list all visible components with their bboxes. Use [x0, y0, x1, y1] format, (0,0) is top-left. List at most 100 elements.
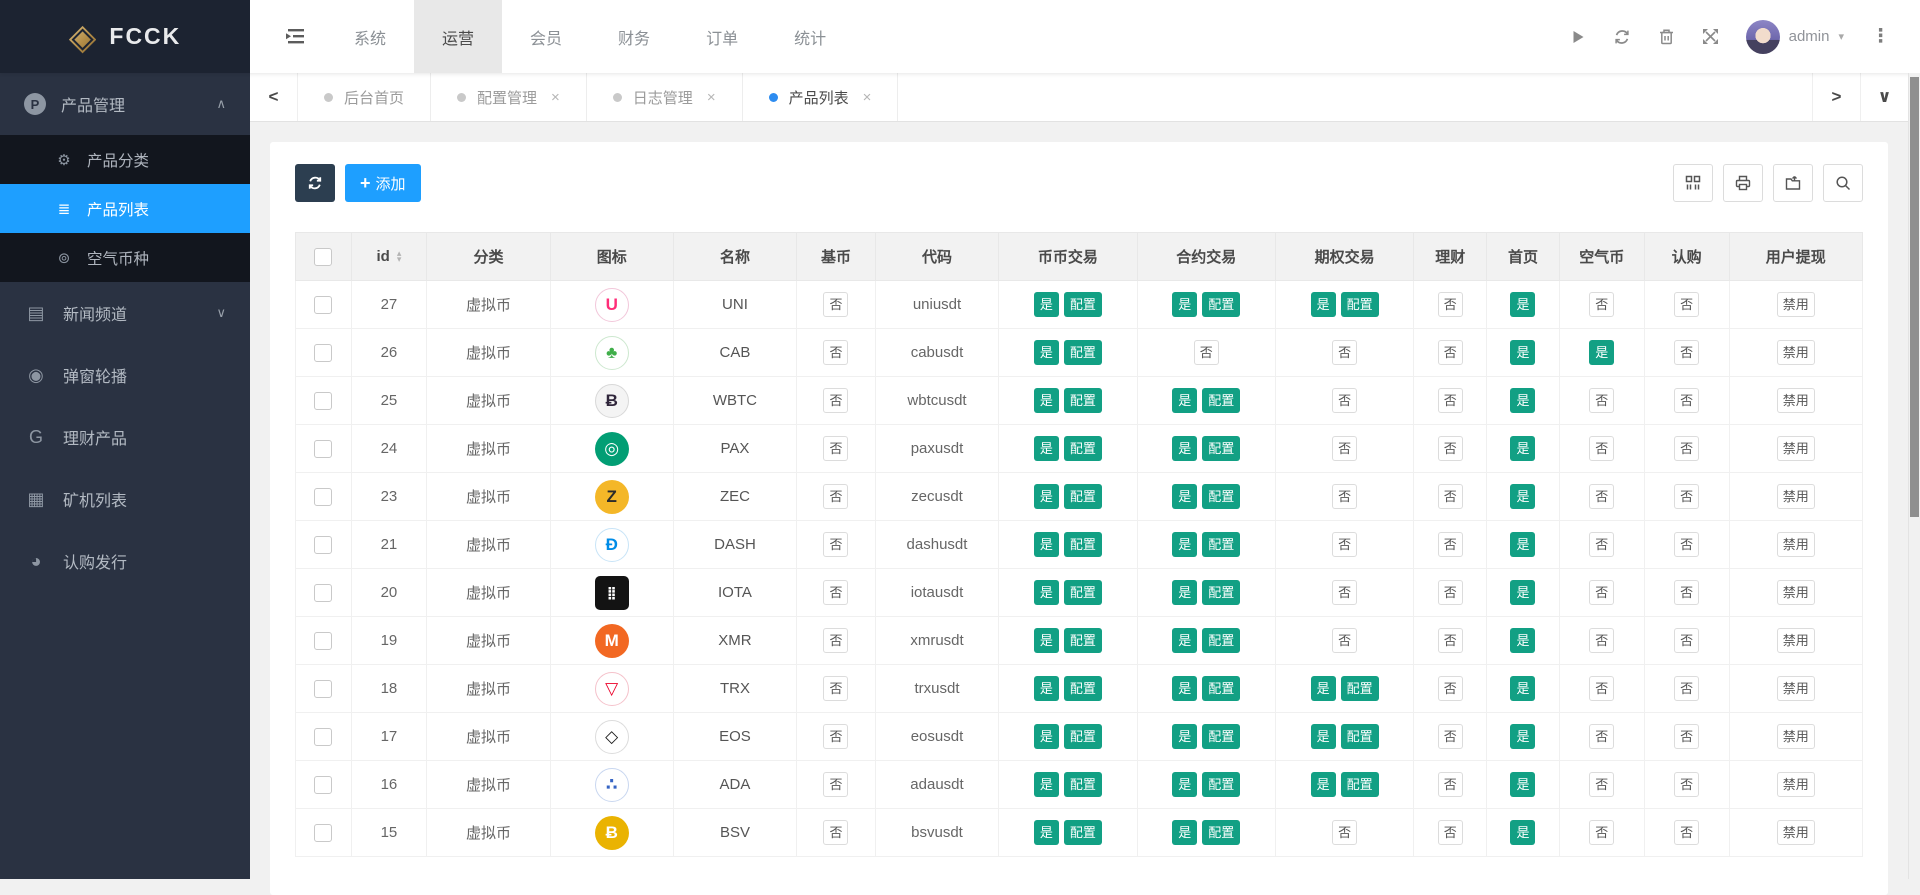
nav-stats[interactable]: 统计 [766, 0, 854, 73]
badge-no[interactable]: 否 [1674, 676, 1699, 701]
badge-yes[interactable]: 是 [1034, 772, 1059, 797]
badge-yes[interactable]: 是 [1034, 628, 1059, 653]
badge-yes[interactable]: 是 [1510, 484, 1535, 509]
badge-no[interactable]: 否 [1438, 292, 1463, 317]
export-icon[interactable] [1773, 164, 1813, 202]
col-id[interactable]: id▴▾ [351, 233, 427, 281]
badge-disabled[interactable]: 禁用 [1777, 676, 1815, 701]
badge-no[interactable]: 否 [1438, 484, 1463, 509]
badge-no[interactable]: 否 [823, 340, 848, 365]
row-checkbox[interactable] [314, 488, 332, 506]
badge-no[interactable]: 否 [1438, 676, 1463, 701]
badge-config[interactable]: 配置 [1341, 724, 1379, 749]
table-row[interactable]: 25虚拟币ɃWBTC否wbtcusdt是配置是配置否否是否否禁用 [296, 377, 1863, 425]
badge-yes[interactable]: 是 [1034, 724, 1059, 749]
badge-yes[interactable]: 是 [1172, 820, 1197, 845]
badge-yes[interactable]: 是 [1172, 772, 1197, 797]
badge-yes[interactable]: 是 [1510, 340, 1535, 365]
badge-no[interactable]: 否 [823, 820, 848, 845]
badge-no[interactable]: 否 [1332, 340, 1357, 365]
badge-config[interactable]: 配置 [1064, 292, 1102, 317]
badge-config[interactable]: 配置 [1202, 532, 1240, 557]
badge-no[interactable]: 否 [1674, 580, 1699, 605]
badge-no[interactable]: 否 [1674, 292, 1699, 317]
badge-yes[interactable]: 是 [1311, 772, 1336, 797]
row-checkbox[interactable] [314, 392, 332, 410]
badge-yes[interactable]: 是 [1311, 676, 1336, 701]
badge-config[interactable]: 配置 [1202, 820, 1240, 845]
sidebar-item-product-category[interactable]: ⚙产品分类 [0, 135, 250, 184]
tab-product-list[interactable]: 产品列表× [743, 73, 899, 121]
row-checkbox[interactable] [314, 296, 332, 314]
row-checkbox[interactable] [314, 584, 332, 602]
badge-yes[interactable]: 是 [1172, 388, 1197, 413]
nav-order[interactable]: 订单 [678, 0, 766, 73]
badge-no[interactable]: 否 [1332, 484, 1357, 509]
table-row[interactable]: 24虚拟币◎PAX否paxusdt是配置是配置否否是否否禁用 [296, 425, 1863, 473]
badge-yes[interactable]: 是 [1172, 484, 1197, 509]
badge-no[interactable]: 否 [1332, 820, 1357, 845]
badge-no[interactable]: 否 [1438, 340, 1463, 365]
select-all-checkbox[interactable] [314, 248, 332, 266]
badge-no[interactable]: 否 [1332, 580, 1357, 605]
badge-no[interactable]: 否 [1674, 820, 1699, 845]
badge-no[interactable]: 否 [1438, 724, 1463, 749]
badge-config[interactable]: 配置 [1064, 628, 1102, 653]
search-icon[interactable] [1823, 164, 1863, 202]
badge-disabled[interactable]: 禁用 [1777, 292, 1815, 317]
badge-yes[interactable]: 是 [1510, 580, 1535, 605]
badge-yes[interactable]: 是 [1172, 724, 1197, 749]
badge-no[interactable]: 否 [823, 292, 848, 317]
badge-config[interactable]: 配置 [1202, 484, 1240, 509]
badge-no[interactable]: 否 [1332, 628, 1357, 653]
badge-yes[interactable]: 是 [1034, 820, 1059, 845]
badge-yes[interactable]: 是 [1034, 676, 1059, 701]
badge-config[interactable]: 配置 [1202, 292, 1240, 317]
badge-no[interactable]: 否 [1674, 388, 1699, 413]
tabs-scroll-right-icon[interactable]: > [1812, 73, 1860, 121]
logo[interactable]: ◈ FCCK [0, 0, 250, 73]
badge-no[interactable]: 否 [1332, 436, 1357, 461]
badge-yes[interactable]: 是 [1172, 292, 1197, 317]
badge-no[interactable]: 否 [823, 532, 848, 557]
badge-yes[interactable]: 是 [1510, 292, 1535, 317]
sidebar-item-subscribe[interactable]: ◕认购发行 [0, 530, 250, 592]
table-row[interactable]: 20虚拟币⣿IOTA否iotausdt是配置是配置否否是否否禁用 [296, 569, 1863, 617]
badge-yes[interactable]: 是 [1510, 388, 1535, 413]
badge-no[interactable]: 否 [1194, 340, 1219, 365]
badge-yes[interactable]: 是 [1034, 388, 1059, 413]
row-checkbox[interactable] [314, 440, 332, 458]
badge-no[interactable]: 否 [1589, 388, 1614, 413]
badge-config[interactable]: 配置 [1341, 772, 1379, 797]
badge-no[interactable]: 否 [1589, 628, 1614, 653]
badge-no[interactable]: 否 [1589, 772, 1614, 797]
nav-finance[interactable]: 财务 [590, 0, 678, 73]
table-row[interactable]: 16虚拟币∴ADA否adausdt是配置是配置是配置否是否否禁用 [296, 761, 1863, 809]
badge-no[interactable]: 否 [823, 388, 848, 413]
badge-no[interactable]: 否 [1589, 676, 1614, 701]
table-row[interactable]: 23虚拟币ZZEC否zecusdt是配置是配置否否是否否禁用 [296, 473, 1863, 521]
row-checkbox[interactable] [314, 632, 332, 650]
badge-no[interactable]: 否 [1589, 580, 1614, 605]
tab-config[interactable]: 配置管理× [431, 73, 587, 121]
badge-no[interactable]: 否 [823, 724, 848, 749]
badge-no[interactable]: 否 [1332, 532, 1357, 557]
row-checkbox[interactable] [314, 344, 332, 362]
trash-icon[interactable] [1658, 28, 1675, 46]
refresh-icon[interactable] [1613, 28, 1631, 46]
badge-disabled[interactable]: 禁用 [1777, 436, 1815, 461]
table-row[interactable]: 21虚拟币ÐDASH否dashusdt是配置是配置否否是否否禁用 [296, 521, 1863, 569]
badge-no[interactable]: 否 [1438, 772, 1463, 797]
nav-system[interactable]: 系统 [326, 0, 414, 73]
badge-yes[interactable]: 是 [1510, 772, 1535, 797]
tabs-dropdown-icon[interactable]: ∨ [1860, 73, 1908, 121]
badge-yes[interactable]: 是 [1172, 628, 1197, 653]
badge-config[interactable]: 配置 [1202, 436, 1240, 461]
badge-yes[interactable]: 是 [1172, 580, 1197, 605]
badge-yes[interactable]: 是 [1510, 436, 1535, 461]
badge-yes[interactable]: 是 [1034, 580, 1059, 605]
refresh-table-button[interactable] [295, 164, 335, 202]
run-icon[interactable] [1570, 29, 1586, 45]
sidebar-item-air-coin[interactable]: ⊚空气币种 [0, 233, 250, 282]
badge-yes[interactable]: 是 [1311, 292, 1336, 317]
